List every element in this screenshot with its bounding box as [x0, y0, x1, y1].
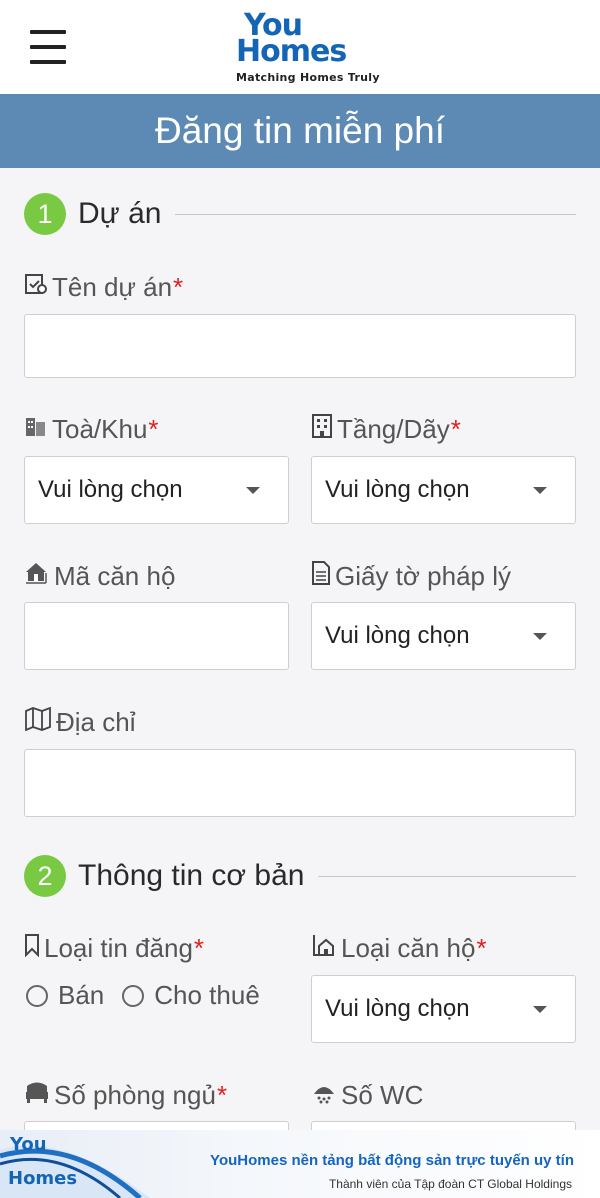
section-divider [318, 875, 576, 877]
section-title: Dự án [78, 197, 162, 230]
menu-icon[interactable] [30, 30, 66, 66]
document-icon [311, 561, 331, 592]
radio-circle-icon [122, 984, 145, 1007]
logo-tagline: Matching Homes Truly [236, 71, 380, 84]
chevron-down-icon [246, 487, 260, 494]
bedrooms-label: Số phòng ngủ * [24, 1080, 227, 1111]
project-name-label: Tên dự án * [24, 272, 183, 303]
checklist-icon [24, 272, 48, 303]
house-measure-icon [24, 561, 50, 592]
footer-logo-you: You [10, 1134, 47, 1155]
radio-circle-icon [26, 984, 48, 1007]
wc-label: Số WC [311, 1080, 423, 1111]
floor-building-icon [311, 414, 333, 445]
address-label: Địa chỉ [24, 706, 135, 738]
chevron-down-icon [533, 1006, 547, 1013]
step-number-badge: 1 [24, 193, 66, 235]
youhomes-logo[interactable]: You Homes Matching Homes Truly [232, 8, 392, 88]
listing-type-label: Loại tin đăng * [24, 933, 204, 964]
section-title: Thông tin cơ bản [78, 859, 305, 892]
chevron-down-icon [533, 487, 547, 494]
chevron-down-icon [533, 633, 547, 640]
section-project-header: 1 Dự án [24, 192, 576, 236]
step-number-badge: 2 [24, 855, 66, 897]
floor-select[interactable]: Vui lòng chọn [311, 456, 576, 524]
map-icon [24, 706, 52, 738]
bed-icon [24, 1080, 50, 1111]
page-title: Đăng tin miễn phí [0, 94, 600, 168]
building-label: Toà/Khu * [24, 414, 159, 445]
address-input[interactable] [24, 749, 576, 817]
radio-sell[interactable]: Bán [26, 980, 104, 1011]
footer-subline: Thành viên của Tập đoàn CT Global Holdin… [328, 1177, 572, 1191]
shower-icon [311, 1080, 337, 1111]
bookmark-icon [24, 933, 40, 964]
floor-label: Tầng/Dãy * [311, 414, 461, 445]
apartment-type-select[interactable]: Vui lòng chọn [311, 975, 576, 1043]
footer-logo-homes: Homes [8, 1168, 78, 1189]
footer-banner[interactable]: You Homes YouHomes nền tảng bất động sản… [0, 1130, 600, 1198]
apartment-type-label: Loại căn hộ * [311, 933, 487, 964]
radio-rent[interactable]: Cho thuê [122, 980, 260, 1011]
legal-docs-label: Giấy tờ pháp lý [311, 561, 511, 592]
section-basic-info-header: 2 Thông tin cơ bản [24, 854, 576, 898]
apartment-code-label: Mã căn hộ [24, 561, 175, 592]
section-divider [175, 213, 576, 215]
app-header: You Homes Matching Homes Truly [0, 0, 600, 94]
logo-text-homes: Homes [236, 34, 347, 69]
building-icon [24, 414, 48, 445]
listing-type-radio-group: Bán Cho thuê [26, 980, 278, 1011]
project-name-input[interactable] [24, 314, 576, 378]
house-type-icon [311, 933, 337, 964]
legal-docs-select[interactable]: Vui lòng chọn [311, 602, 576, 670]
building-select[interactable]: Vui lòng chọn [24, 456, 289, 524]
apartment-code-input[interactable] [24, 602, 289, 670]
footer-headline: YouHomes nền tảng bất động sản trực tuyế… [210, 1152, 574, 1169]
